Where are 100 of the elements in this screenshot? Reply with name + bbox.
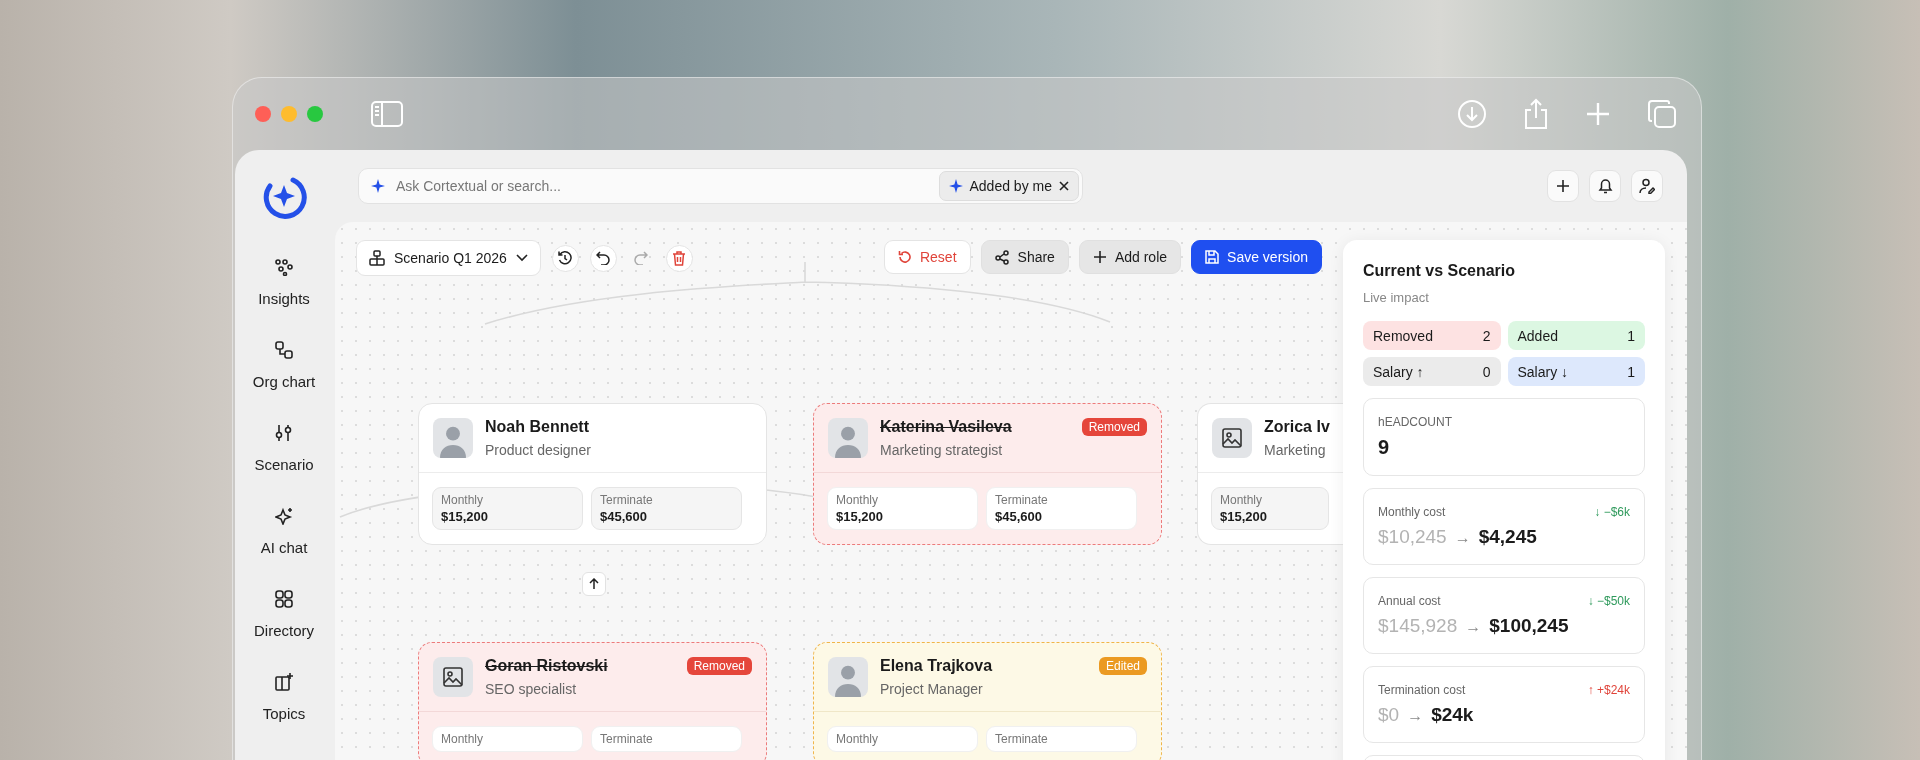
- field-label: Monthly: [836, 493, 880, 507]
- employee-name: Noah Bennett: [485, 418, 590, 436]
- plus-icon: [1092, 250, 1107, 264]
- sparkle-icon: [371, 179, 385, 193]
- plus-icon[interactable]: [1585, 101, 1611, 127]
- status-badge: Removed: [1081, 418, 1147, 436]
- toolbar-button[interactable]: Share: [980, 240, 1069, 274]
- sidebar-item[interactable]: Insights: [258, 258, 310, 307]
- save-button[interactable]: Save version: [1191, 240, 1322, 274]
- sidebar-item[interactable]: Directory: [254, 590, 314, 639]
- sparkle-icon: [948, 179, 963, 193]
- metric-label: Monthly cost: [1378, 505, 1446, 519]
- counter-value: 0: [1482, 363, 1491, 380]
- employee-role: Product designer: [485, 442, 592, 458]
- filter-chip[interactable]: Added by me: [938, 171, 1079, 201]
- reset-button[interactable]: Reset: [883, 240, 971, 274]
- notifications-button[interactable]: [1589, 170, 1621, 202]
- arrow-sign: →: [1407, 707, 1424, 725]
- field-label: Terminate: [600, 732, 654, 746]
- metric-label: Termination cost: [1378, 683, 1466, 697]
- field-value: $15,200: [1220, 509, 1268, 524]
- undo-button[interactable]: [589, 244, 617, 272]
- sidebar-item[interactable]: Topics: [262, 673, 306, 722]
- profile-button[interactable]: [1631, 170, 1663, 202]
- download-icon[interactable]: [1457, 99, 1487, 129]
- employee-name: Goran Ristovski: [485, 657, 609, 675]
- sidebar-item[interactable]: Org chart: [252, 341, 316, 390]
- employee-name: Elena Trajkova: [880, 657, 994, 675]
- history-button[interactable]: [551, 244, 579, 272]
- counter-label: Added: [1517, 327, 1558, 344]
- field-value: $45,600: [995, 509, 1043, 524]
- current-value: $10,245: [1378, 526, 1447, 548]
- search-field[interactable]: Ask Cortextual or search... Added by me: [358, 168, 1083, 204]
- scenario-dropdown[interactable]: Scenario Q1 2026: [356, 240, 541, 276]
- metric-label: Annual cost: [1378, 594, 1441, 608]
- current-value: $145,928: [1378, 615, 1458, 637]
- sidebar-item[interactable]: Scenario: [254, 424, 314, 473]
- arrow-up-icon: [588, 578, 600, 590]
- change-delta: ↓ −$6k: [1594, 505, 1630, 519]
- sidebar-toggle-icon[interactable]: [371, 101, 403, 127]
- employee-card[interactable]: Elena Trajkova Project Manager Edited Monthly Terminate: [813, 642, 1162, 760]
- status-badge: Edited: [1098, 657, 1147, 675]
- plus-icon: [1556, 179, 1570, 193]
- field-label: Monthly: [836, 732, 880, 746]
- trash-icon: [672, 250, 687, 266]
- dots-icon: [275, 258, 293, 276]
- field-label: Monthly: [441, 732, 485, 746]
- scenario-value: $24k: [1431, 704, 1474, 726]
- field-label: Terminate: [995, 732, 1049, 746]
- history-icon: [557, 250, 574, 266]
- employee-card[interactable]: Katerina Vasileva Marketing strategist Removed Monthly $15,200 Terminate $45,600: [813, 403, 1162, 545]
- field-label: Monthly: [441, 493, 485, 507]
- employee-role: Project Manager: [880, 681, 984, 697]
- change-delta: ↓ −$50k: [1587, 594, 1630, 608]
- sidebar-item[interactable]: AI chat: [260, 507, 308, 556]
- current-value: $0: [1378, 704, 1400, 726]
- user-edit-icon: [1639, 178, 1655, 194]
- employee-name: Katerina Vasileva: [880, 418, 1013, 436]
- change-delta: ↑ +$24k: [1587, 683, 1630, 697]
- counter-label: Salary ↑: [1373, 363, 1424, 380]
- sliders-icon: [275, 424, 293, 442]
- employee-card[interactable]: Goran Ristovski SEO specialist Removed Monthly Terminate: [418, 642, 767, 760]
- arrow-sign: →: [1454, 529, 1471, 547]
- arrow-sign: →: [1465, 618, 1482, 636]
- metric-label: hEADCOUNT: [1378, 415, 1453, 429]
- panel-subtitle: Live impact: [1363, 290, 1430, 305]
- close-icon[interactable]: [1059, 181, 1069, 191]
- scenario-value: $100,245: [1489, 615, 1569, 637]
- employee-name: Zorica Iv: [1264, 418, 1330, 436]
- delete-button[interactable]: [665, 244, 693, 272]
- field-value: $45,600: [600, 509, 648, 524]
- tabs-icon[interactable]: [1647, 99, 1677, 129]
- metric-value: 9: [1378, 436, 1391, 459]
- counter-value: 1: [1627, 327, 1635, 344]
- share-icon[interactable]: [1523, 98, 1549, 130]
- counter-label: Removed: [1373, 327, 1433, 344]
- employee-role: Marketing strategist: [880, 442, 1004, 458]
- scenario-value: $4,245: [1478, 526, 1537, 548]
- counter-value: 2: [1482, 327, 1491, 344]
- org-chart-icon: [275, 341, 293, 359]
- panel-title: Current vs Scenario: [1363, 262, 1517, 280]
- employee-card[interactable]: Zorica Iv Marketing Monthly $15,200: [1197, 403, 1343, 545]
- chevron-down-icon: [515, 254, 528, 262]
- field-label: Monthly: [1220, 493, 1264, 507]
- collapse-button[interactable]: [582, 572, 606, 596]
- field-label: Terminate: [600, 493, 654, 507]
- org-chart-icon: [369, 250, 385, 266]
- field-label: Terminate: [995, 493, 1049, 507]
- bell-icon: [1597, 178, 1613, 194]
- reset-icon: [897, 250, 912, 264]
- counter-label: Salary ↓: [1517, 363, 1569, 380]
- share-icon: [994, 249, 1010, 265]
- add-button[interactable]: [1547, 170, 1579, 202]
- grid-icon: [275, 590, 293, 608]
- redo-icon: [634, 251, 649, 265]
- toolbar-button[interactable]: Add role: [1078, 240, 1182, 274]
- status-badge: Removed: [686, 657, 752, 675]
- employee-card[interactable]: Noah Bennett Product designer Monthly $15,200 Terminate $45,600: [418, 403, 767, 545]
- save-icon: [1205, 250, 1220, 264]
- field-value: $15,200: [836, 509, 884, 524]
